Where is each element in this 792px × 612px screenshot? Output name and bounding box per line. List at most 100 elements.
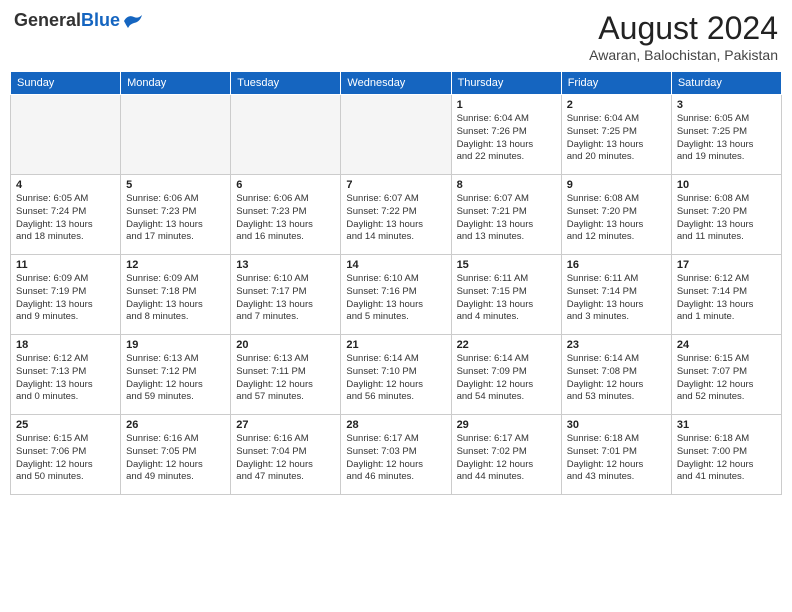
calendar-cell: 12 Sunrise: 6:09 AM Sunset: 7:18 PM Dayli… [121, 255, 231, 335]
week-row-3: 11 Sunrise: 6:09 AM Sunset: 7:19 PM Dayli… [11, 255, 782, 335]
calendar-cell: 18 Sunrise: 6:12 AM Sunset: 7:13 PM Dayli… [11, 335, 121, 415]
day-info: Sunrise: 6:17 AM Sunset: 7:03 PM Dayligh… [346, 433, 445, 484]
day-number: 14 [346, 259, 445, 271]
calendar-cell: 19Sunrise: 6:13 AM Sunset: 7:12 PM Dayli… [121, 335, 231, 415]
calendar-cell: 2 Sunrise: 6:04 AM Sunset: 7:25 PM Daylig… [561, 95, 671, 175]
weekday-header-friday: Friday [561, 72, 671, 95]
calendar-cell: 25Sunrise: 6:15 AM Sunset: 7:06 PM Dayli… [11, 415, 121, 495]
calendar-cell: 3Sunrise: 6:05 AM Sunset: 7:25 PM Daylig… [671, 95, 781, 175]
calendar-cell: 6Sunrise: 6:06 AM Sunset: 7:23 PM Daylig… [231, 175, 341, 255]
day-number: 6 [236, 179, 335, 191]
day-number: 30 [567, 419, 666, 431]
week-row-4: 18 Sunrise: 6:12 AM Sunset: 7:13 PM Dayli… [11, 335, 782, 415]
day-info: Sunrise: 6:12 AM Sunset: 7:13 PM Dayligh… [16, 353, 115, 404]
location-subtitle: Awaran, Balochistan, Pakistan [589, 47, 778, 63]
day-info: Sunrise: 6:08 AM Sunset: 7:20 PM Dayligh… [677, 193, 776, 244]
week-row-5: 25Sunrise: 6:15 AM Sunset: 7:06 PM Dayli… [11, 415, 782, 495]
calendar-cell: 9 Sunrise: 6:08 AM Sunset: 7:20 PM Daylig… [561, 175, 671, 255]
day-number: 20 [236, 339, 335, 351]
day-number: 26 [126, 419, 225, 431]
day-info: Sunrise: 6:07 AM Sunset: 7:21 PM Dayligh… [457, 193, 556, 244]
calendar-cell: 11 Sunrise: 6:09 AM Sunset: 7:19 PM Dayli… [11, 255, 121, 335]
day-info: Sunrise: 6:18 AM Sunset: 7:01 PM Dayligh… [567, 433, 666, 484]
calendar-cell: 5 Sunrise: 6:06 AM Sunset: 7:23 PM Daylig… [121, 175, 231, 255]
calendar-cell: 4Sunrise: 6:05 AM Sunset: 7:24 PM Daylig… [11, 175, 121, 255]
weekday-header-sunday: Sunday [11, 72, 121, 95]
calendar-cell: 17 Sunrise: 6:12 AM Sunset: 7:14 PM Dayli… [671, 255, 781, 335]
calendar-cell [121, 95, 231, 175]
weekday-header-monday: Monday [121, 72, 231, 95]
calendar-cell: 8 Sunrise: 6:07 AM Sunset: 7:21 PM Daylig… [451, 175, 561, 255]
day-number: 24 [677, 339, 776, 351]
day-number: 25 [16, 419, 115, 431]
calendar-cell: 1 Sunrise: 6:04 AM Sunset: 7:26 PM Daylig… [451, 95, 561, 175]
day-info: Sunrise: 6:11 AM Sunset: 7:14 PM Dayligh… [567, 273, 666, 324]
day-info: Sunrise: 6:04 AM Sunset: 7:26 PM Dayligh… [457, 113, 556, 164]
day-info: Sunrise: 6:07 AM Sunset: 7:22 PM Dayligh… [346, 193, 445, 244]
calendar-table: SundayMondayTuesdayWednesdayThursdayFrid… [10, 71, 782, 495]
day-number: 22 [457, 339, 556, 351]
logo-bird-icon [122, 12, 144, 30]
weekday-header-thursday: Thursday [451, 72, 561, 95]
day-number: 28 [346, 419, 445, 431]
day-info: Sunrise: 6:12 AM Sunset: 7:14 PM Dayligh… [677, 273, 776, 324]
calendar-cell: 14 Sunrise: 6:10 AM Sunset: 7:16 PM Dayli… [341, 255, 451, 335]
day-info: Sunrise: 6:09 AM Sunset: 7:18 PM Dayligh… [126, 273, 225, 324]
calendar-cell [231, 95, 341, 175]
day-number: 12 [126, 259, 225, 271]
day-number: 23 [567, 339, 666, 351]
day-number: 1 [457, 99, 556, 111]
logo: GeneralBlue [14, 10, 144, 31]
calendar-cell: 30 Sunrise: 6:18 AM Sunset: 7:01 PM Dayli… [561, 415, 671, 495]
calendar-cell: 10 Sunrise: 6:08 AM Sunset: 7:20 PM Dayli… [671, 175, 781, 255]
weekday-header-saturday: Saturday [671, 72, 781, 95]
day-number: 7 [346, 179, 445, 191]
weekday-header-tuesday: Tuesday [231, 72, 341, 95]
day-info: Sunrise: 6:14 AM Sunset: 7:09 PM Dayligh… [457, 353, 556, 404]
calendar-cell [11, 95, 121, 175]
calendar-cell: 23Sunrise: 6:14 AM Sunset: 7:08 PM Dayli… [561, 335, 671, 415]
day-number: 3 [677, 99, 776, 111]
day-number: 8 [457, 179, 556, 191]
day-number: 13 [236, 259, 335, 271]
day-info: Sunrise: 6:13 AM Sunset: 7:11 PM Dayligh… [236, 353, 335, 404]
day-info: Sunrise: 6:06 AM Sunset: 7:23 PM Dayligh… [126, 193, 225, 244]
day-info: Sunrise: 6:15 AM Sunset: 7:07 PM Dayligh… [677, 353, 776, 404]
day-info: Sunrise: 6:08 AM Sunset: 7:20 PM Dayligh… [567, 193, 666, 244]
week-row-1: 1 Sunrise: 6:04 AM Sunset: 7:26 PM Daylig… [11, 95, 782, 175]
title-block: August 2024 Awaran, Balochistan, Pakista… [589, 10, 778, 63]
day-number: 11 [16, 259, 115, 271]
day-number: 17 [677, 259, 776, 271]
week-row-2: 4Sunrise: 6:05 AM Sunset: 7:24 PM Daylig… [11, 175, 782, 255]
calendar-cell: 27 Sunrise: 6:16 AM Sunset: 7:04 PM Dayli… [231, 415, 341, 495]
calendar-cell: 7 Sunrise: 6:07 AM Sunset: 7:22 PM Daylig… [341, 175, 451, 255]
calendar-cell: 21Sunrise: 6:14 AM Sunset: 7:10 PM Dayli… [341, 335, 451, 415]
day-info: Sunrise: 6:05 AM Sunset: 7:24 PM Dayligh… [16, 193, 115, 244]
weekday-header-row: SundayMondayTuesdayWednesdayThursdayFrid… [11, 72, 782, 95]
day-number: 27 [236, 419, 335, 431]
day-number: 18 [16, 339, 115, 351]
calendar-cell: 24 Sunrise: 6:15 AM Sunset: 7:07 PM Dayli… [671, 335, 781, 415]
calendar-cell: 22 Sunrise: 6:14 AM Sunset: 7:09 PM Dayli… [451, 335, 561, 415]
day-number: 5 [126, 179, 225, 191]
calendar-cell: 20 Sunrise: 6:13 AM Sunset: 7:11 PM Dayli… [231, 335, 341, 415]
calendar-cell: 29Sunrise: 6:17 AM Sunset: 7:02 PM Dayli… [451, 415, 561, 495]
day-info: Sunrise: 6:10 AM Sunset: 7:16 PM Dayligh… [346, 273, 445, 324]
day-number: 19 [126, 339, 225, 351]
day-number: 9 [567, 179, 666, 191]
day-info: Sunrise: 6:11 AM Sunset: 7:15 PM Dayligh… [457, 273, 556, 324]
day-number: 10 [677, 179, 776, 191]
day-info: Sunrise: 6:16 AM Sunset: 7:04 PM Dayligh… [236, 433, 335, 484]
day-info: Sunrise: 6:10 AM Sunset: 7:17 PM Dayligh… [236, 273, 335, 324]
day-number: 21 [346, 339, 445, 351]
logo-general: GeneralBlue [14, 10, 120, 31]
day-number: 16 [567, 259, 666, 271]
calendar-cell: 13 Sunrise: 6:10 AM Sunset: 7:17 PM Dayli… [231, 255, 341, 335]
day-info: Sunrise: 6:09 AM Sunset: 7:19 PM Dayligh… [16, 273, 115, 324]
day-info: Sunrise: 6:16 AM Sunset: 7:05 PM Dayligh… [126, 433, 225, 484]
day-info: Sunrise: 6:18 AM Sunset: 7:00 PM Dayligh… [677, 433, 776, 484]
day-number: 2 [567, 99, 666, 111]
day-info: Sunrise: 6:04 AM Sunset: 7:25 PM Dayligh… [567, 113, 666, 164]
day-number: 15 [457, 259, 556, 271]
weekday-header-wednesday: Wednesday [341, 72, 451, 95]
